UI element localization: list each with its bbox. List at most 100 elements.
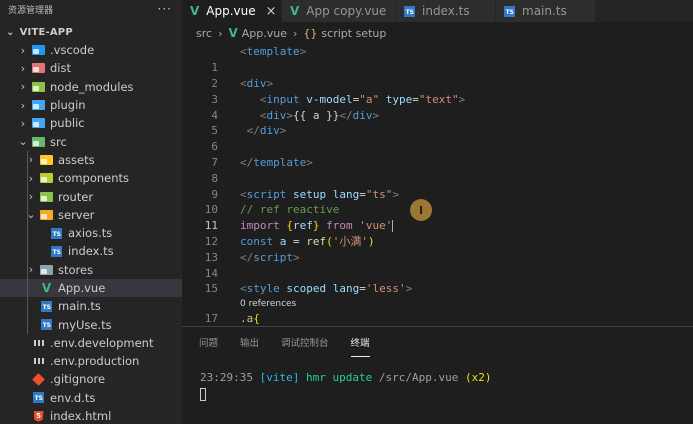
code-line: 6 [182, 139, 693, 155]
indent-guide [27, 242, 28, 261]
code-token: > [299, 45, 307, 59]
tree-item[interactable]: › node_modules [0, 78, 182, 96]
tab-label: App.vue [206, 4, 256, 18]
tab-label: App copy.vue [306, 4, 387, 18]
tree-item[interactable]: .env.production [0, 352, 182, 370]
code-token: > [286, 108, 293, 122]
line-number: 17 [204, 312, 218, 324]
code-editor[interactable]: <template> 1 2 <div> 3 <input v-model="a" ty… [182, 44, 693, 324]
tree-item[interactable]: › plugin [0, 96, 182, 114]
breadcrumb-src[interactable]: src [196, 27, 212, 40]
tree-item[interactable]: › assets [0, 150, 182, 170]
folder-icon [32, 81, 45, 92]
folder-icon [32, 81, 45, 92]
workspace-root[interactable]: ⌄ VITE-APP [0, 23, 182, 41]
tree-item[interactable]: TS index.ts [0, 242, 182, 261]
tree-item[interactable]: V App.vue [0, 278, 182, 298]
vscode-window: 资源管理器 ··· ⌄ VITE-APP › .vscode › dist › node_… [0, 0, 693, 424]
tree-item[interactable]: › .vscode [0, 41, 182, 59]
tree-item[interactable]: › components [0, 169, 182, 188]
code-line: 14 [182, 265, 693, 281]
code-token: < [259, 92, 267, 106]
tab-main-ts[interactable]: TS main.ts [496, 0, 596, 22]
tab-app-vue[interactable]: V App.vue × [182, 0, 282, 22]
tree-item[interactable]: ⌄ server [0, 205, 182, 224]
code-token: > [405, 282, 413, 296]
tree-item[interactable]: TS env.d.ts [0, 389, 182, 407]
code-token: script [253, 250, 293, 264]
code-token: div [352, 108, 373, 122]
code-token: div [266, 108, 287, 122]
code-token: ref [293, 219, 313, 233]
code-token: </ [246, 124, 260, 138]
folder-icon [40, 209, 53, 220]
tree-item-label: assets [58, 152, 95, 167]
panel-tab[interactable]: 调试控制台 [281, 327, 329, 357]
code-token: = [286, 235, 307, 249]
indent-guide [27, 315, 28, 334]
tab-index-ts[interactable]: TS index.ts [396, 0, 496, 22]
tree-item[interactable]: › dist [0, 59, 182, 77]
code-line: 17 .a{ [182, 311, 693, 324]
tree-item[interactable]: 5 index.html [0, 407, 182, 424]
typescript-file-icon: TS [33, 392, 44, 404]
more-actions-icon[interactable]: ··· [158, 2, 172, 16]
folder-icon [40, 191, 53, 202]
code-text: </template> [240, 156, 313, 169]
typescript-file-icon: TS [41, 300, 52, 312]
code-text: <input v-model="a" type="text"> [240, 93, 465, 106]
code-text: </script> [240, 251, 300, 264]
breadcrumb-file[interactable]: App.vue [242, 27, 287, 40]
code-token: template [246, 45, 300, 59]
tree-item-label: App.vue [58, 281, 106, 295]
code-token: script [246, 187, 287, 201]
typescript-file-icon: TS [404, 5, 415, 17]
line-number: 6 [211, 140, 218, 154]
tree-item[interactable]: .gitignore [0, 370, 182, 388]
breadcrumb-separator: › [218, 26, 223, 40]
folder-icon [32, 100, 45, 111]
close-icon[interactable]: × [266, 4, 277, 19]
code-token: from [326, 219, 353, 233]
line-number: 1 [211, 61, 218, 75]
tree-item[interactable]: .env.development [0, 334, 182, 352]
panel-tab[interactable]: 问题 [199, 327, 218, 357]
tree-item[interactable]: › stores [0, 260, 182, 279]
folder-icon [40, 154, 53, 165]
tree-item-label: .env.production [50, 354, 140, 369]
tree-item[interactable]: › router [0, 187, 182, 206]
panel-tab[interactable]: 输出 [240, 327, 259, 357]
tab-label: main.ts [522, 4, 567, 18]
vue-file-icon: V [228, 26, 238, 40]
line-number: 10 [204, 203, 218, 217]
panel-tab[interactable]: 终端 [350, 327, 370, 357]
tree-item-label: plugin [50, 98, 86, 113]
typescript-file-icon: TS [32, 392, 45, 404]
tree-item[interactable]: TS axios.ts [0, 223, 182, 243]
git-file-icon [32, 373, 45, 386]
code-token: ( [326, 235, 333, 249]
code-line: 10 // ref reactive [182, 202, 693, 218]
code-line: 7 </template> [182, 155, 693, 171]
tree-item[interactable]: TS main.ts [0, 297, 182, 316]
code-token: < [240, 187, 247, 201]
tree-item[interactable]: TS myUse.ts [0, 315, 182, 334]
tree-item-label: src [50, 134, 67, 149]
indent-guide [27, 169, 28, 188]
tree-item-label: main.ts [58, 299, 101, 314]
tab-app-copy-vue[interactable]: V App copy.vue [282, 0, 396, 22]
code-token: </ [240, 250, 254, 264]
line-number: 15 [204, 282, 218, 296]
code-token: > [392, 187, 399, 201]
folder-icon [40, 264, 53, 275]
references-lens[interactable]: 0 references [240, 299, 296, 309]
code-token: style [246, 282, 280, 296]
tree-item[interactable]: › public [0, 114, 182, 132]
code-token: > [293, 250, 300, 264]
code-token: '小满' [332, 235, 368, 249]
tree-item[interactable]: ⌄ src [0, 132, 182, 150]
breadcrumb-symbol[interactable]: script setup [321, 27, 386, 40]
bottom-panel: 问题 输出 调试控制台 终端 23:29:35 [vite] hmr update /… [182, 326, 693, 424]
terminal-output[interactable]: 23:29:35 [vite] hmr update /src/App.vue … [182, 357, 693, 402]
code-token: > [279, 124, 287, 138]
